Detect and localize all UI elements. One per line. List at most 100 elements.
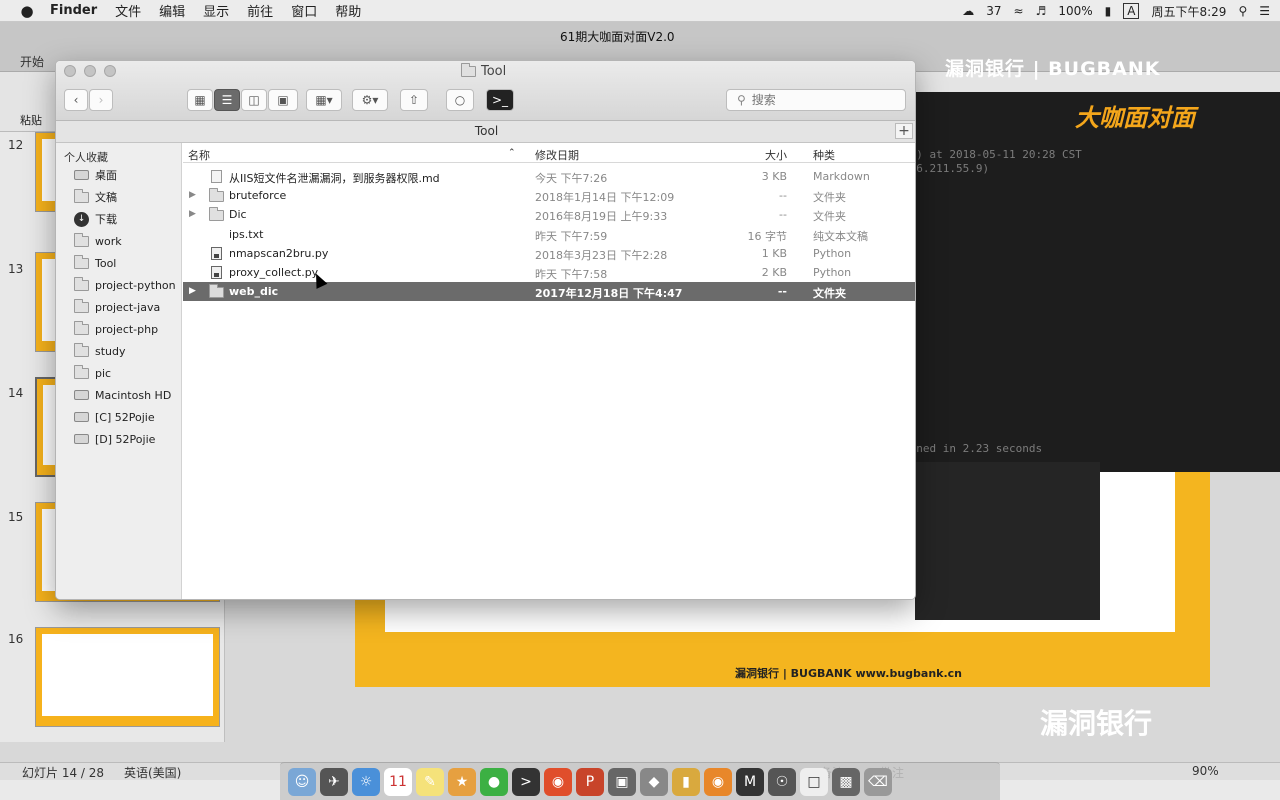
menu-app[interactable]: Finder — [50, 3, 97, 18]
preview-icon[interactable]: ▣ — [608, 767, 636, 796]
file-row[interactable]: proxy_collect.py 昨天 下午7:58 2 KB Python — [183, 263, 915, 282]
slide-number: 13 — [8, 262, 24, 276]
file-row[interactable]: ips.txt 昨天 下午7:59 16 字节 纯文本文稿 — [183, 225, 915, 244]
sidebar-item-downloads[interactable]: ↓ 下载 — [74, 209, 117, 229]
menu-go[interactable]: 前往 — [247, 1, 273, 20]
menu-file[interactable]: 文件 — [115, 1, 141, 20]
apple-menu-icon[interactable]: ● — [18, 2, 36, 20]
notification-center-icon[interactable]: ☰ — [1259, 4, 1270, 18]
sidebar-item-documents[interactable]: 文稿 — [74, 187, 117, 207]
search-input[interactable] — [751, 93, 872, 107]
file-row[interactable]: nmapscan2bru.py 2018年3月23日 下午2:28 1 KB P… — [183, 244, 915, 263]
folder-icon — [74, 276, 89, 291]
sidebar-item-c-52pojie[interactable]: [C] 52Pojie — [74, 407, 155, 427]
sidebar-item-work[interactable]: work — [74, 231, 122, 251]
disk-icon — [74, 434, 89, 444]
column-size[interactable]: 大小 — [765, 147, 787, 163]
add-tab-button[interactable]: + — [895, 123, 913, 139]
terminal-text: g ) at 2018-05-11 20:28 CST (16.211.55.9… — [903, 148, 1082, 175]
calendar-icon[interactable]: 11 — [384, 767, 412, 796]
disclosure-triangle-icon[interactable]: ▶ — [189, 190, 196, 200]
disclosure-triangle-icon[interactable]: ▶ — [189, 209, 196, 219]
disclosure-triangle-icon[interactable]: ▶ — [189, 286, 196, 296]
column-name[interactable]: 名称 — [188, 147, 210, 163]
ppt-tab-home[interactable]: 开始 — [20, 53, 44, 70]
terminal-icon[interactable]: >_ — [486, 89, 514, 111]
powerpoint-icon[interactable]: P — [576, 767, 604, 796]
battery-icon[interactable]: ▮ — [1105, 4, 1112, 18]
menubar-status-area: ☁ 37 ≈ ♬ 100% ▮ A 周五下午8:29 ⚲ ☰ — [962, 0, 1270, 22]
wechat-icon[interactable]: ● — [480, 767, 508, 796]
folder-icon[interactable]: ▮ — [672, 767, 700, 796]
firefox-icon[interactable]: ◉ — [704, 767, 732, 796]
menu-window[interactable]: 窗口 — [291, 1, 317, 20]
finder-window: Tool ‹ › ▦ ☰ ◫ ▣ ▦▾ ⚙▾ ⇧ ○ >_ ⚲ Tool + 个… — [55, 60, 916, 600]
sidebar-item-d-52pojie[interactable]: [D] 52Pojie — [74, 429, 155, 449]
file-name: 从IIS短文件名泄漏漏洞，到服务器权限.md — [229, 172, 440, 185]
menu-edit[interactable]: 编辑 — [159, 1, 185, 20]
zoom-level[interactable]: 90% — [1192, 764, 1219, 778]
file-row-selected[interactable]: ▶ web_dic 2017年12月18日 下午4:47 -- 文件夹 — [183, 282, 915, 301]
folder-icon — [74, 232, 89, 247]
app-icon[interactable]: ◆ — [640, 767, 668, 796]
tag-icon[interactable]: ○ — [446, 89, 474, 111]
sidebar-item-project-python[interactable]: project-python — [74, 275, 176, 295]
app-icon[interactable]: ▩ — [832, 767, 860, 796]
wifi-icon[interactable]: ≈ — [1014, 4, 1024, 18]
weather-icon[interactable]: ☁ — [962, 4, 974, 18]
mail-app-icon[interactable]: M — [736, 767, 764, 796]
coverflow-view-button[interactable]: ▣ — [268, 89, 298, 111]
column-kind[interactable]: 种类 — [813, 147, 835, 163]
sidebar-item-project-php[interactable]: project-php — [74, 319, 158, 339]
document-icon[interactable]: □ — [800, 767, 828, 796]
volume-icon[interactable]: ♬ — [1036, 4, 1047, 18]
file-row[interactable]: 从IIS短文件名泄漏漏洞，到服务器权限.md 今天 下午7:26 3 KB Ma… — [183, 167, 915, 186]
finder-icon[interactable]: ☺ — [288, 767, 316, 796]
back-button[interactable]: ‹ — [64, 89, 88, 111]
sort-chevron-icon[interactable]: ⌃ — [508, 148, 516, 158]
clock[interactable]: 周五下午8:29 — [1151, 3, 1226, 20]
file-row[interactable]: ▶ bruteforce 2018年1月14日 下午12:09 -- 文件夹 — [183, 186, 915, 205]
close-button[interactable] — [64, 65, 76, 77]
sidebar-item-pic[interactable]: pic — [74, 363, 111, 383]
launchpad-icon[interactable]: ✈ — [320, 767, 348, 796]
file-size: -- — [779, 208, 787, 221]
arrange-button[interactable]: ▦▾ — [306, 89, 342, 111]
file-row[interactable]: ▶ Dic 2016年8月19日 上午9:33 -- 文件夹 — [183, 205, 915, 224]
sidebar-item-project-java[interactable]: project-java — [74, 297, 160, 317]
zoom-button[interactable] — [104, 65, 116, 77]
slide-number: 14 — [8, 386, 24, 400]
spotlight-icon[interactable]: ⚲ — [1238, 4, 1247, 18]
icon-view-button[interactable]: ▦ — [187, 89, 213, 111]
search-field[interactable]: ⚲ — [726, 89, 906, 111]
sidebar-item-desktop[interactable]: 桌面 — [74, 165, 117, 185]
folder-icon — [461, 63, 476, 77]
minimize-button[interactable] — [84, 65, 96, 77]
app-icon[interactable]: ★ — [448, 767, 476, 796]
folder-icon — [209, 188, 224, 202]
banner-title: 大咖面对面 — [1075, 104, 1195, 132]
notes-icon[interactable]: ✎ — [416, 767, 444, 796]
share-icon[interactable]: ⇧ — [400, 89, 428, 111]
action-gear-button[interactable]: ⚙▾ — [352, 89, 388, 111]
safari-icon[interactable]: ☼ — [352, 767, 380, 796]
paste-label[interactable]: 粘贴 — [20, 112, 42, 128]
folder-icon — [74, 342, 89, 357]
list-view-button[interactable]: ☰ — [214, 89, 240, 111]
forward-button[interactable]: › — [89, 89, 113, 111]
sidebar-item-tool[interactable]: Tool — [74, 253, 116, 273]
sidebar-item-macintosh-hd[interactable]: Macintosh HD — [74, 385, 171, 405]
obs-icon[interactable]: ☉ — [768, 767, 796, 796]
slide-thumbnail[interactable] — [35, 627, 220, 727]
file-name: ips.txt — [229, 228, 264, 241]
language-indicator[interactable]: 英语(美国) — [124, 764, 181, 781]
column-date[interactable]: 修改日期 — [535, 147, 579, 163]
column-view-button[interactable]: ◫ — [241, 89, 267, 111]
menu-help[interactable]: 帮助 — [335, 1, 361, 20]
terminal-app-icon[interactable]: > — [512, 767, 540, 796]
menu-view[interactable]: 显示 — [203, 1, 229, 20]
input-method[interactable]: A — [1123, 3, 1140, 19]
trash-icon[interactable]: ⌫ — [864, 767, 892, 796]
chrome-icon[interactable]: ◉ — [544, 767, 572, 796]
sidebar-item-study[interactable]: study — [74, 341, 126, 361]
